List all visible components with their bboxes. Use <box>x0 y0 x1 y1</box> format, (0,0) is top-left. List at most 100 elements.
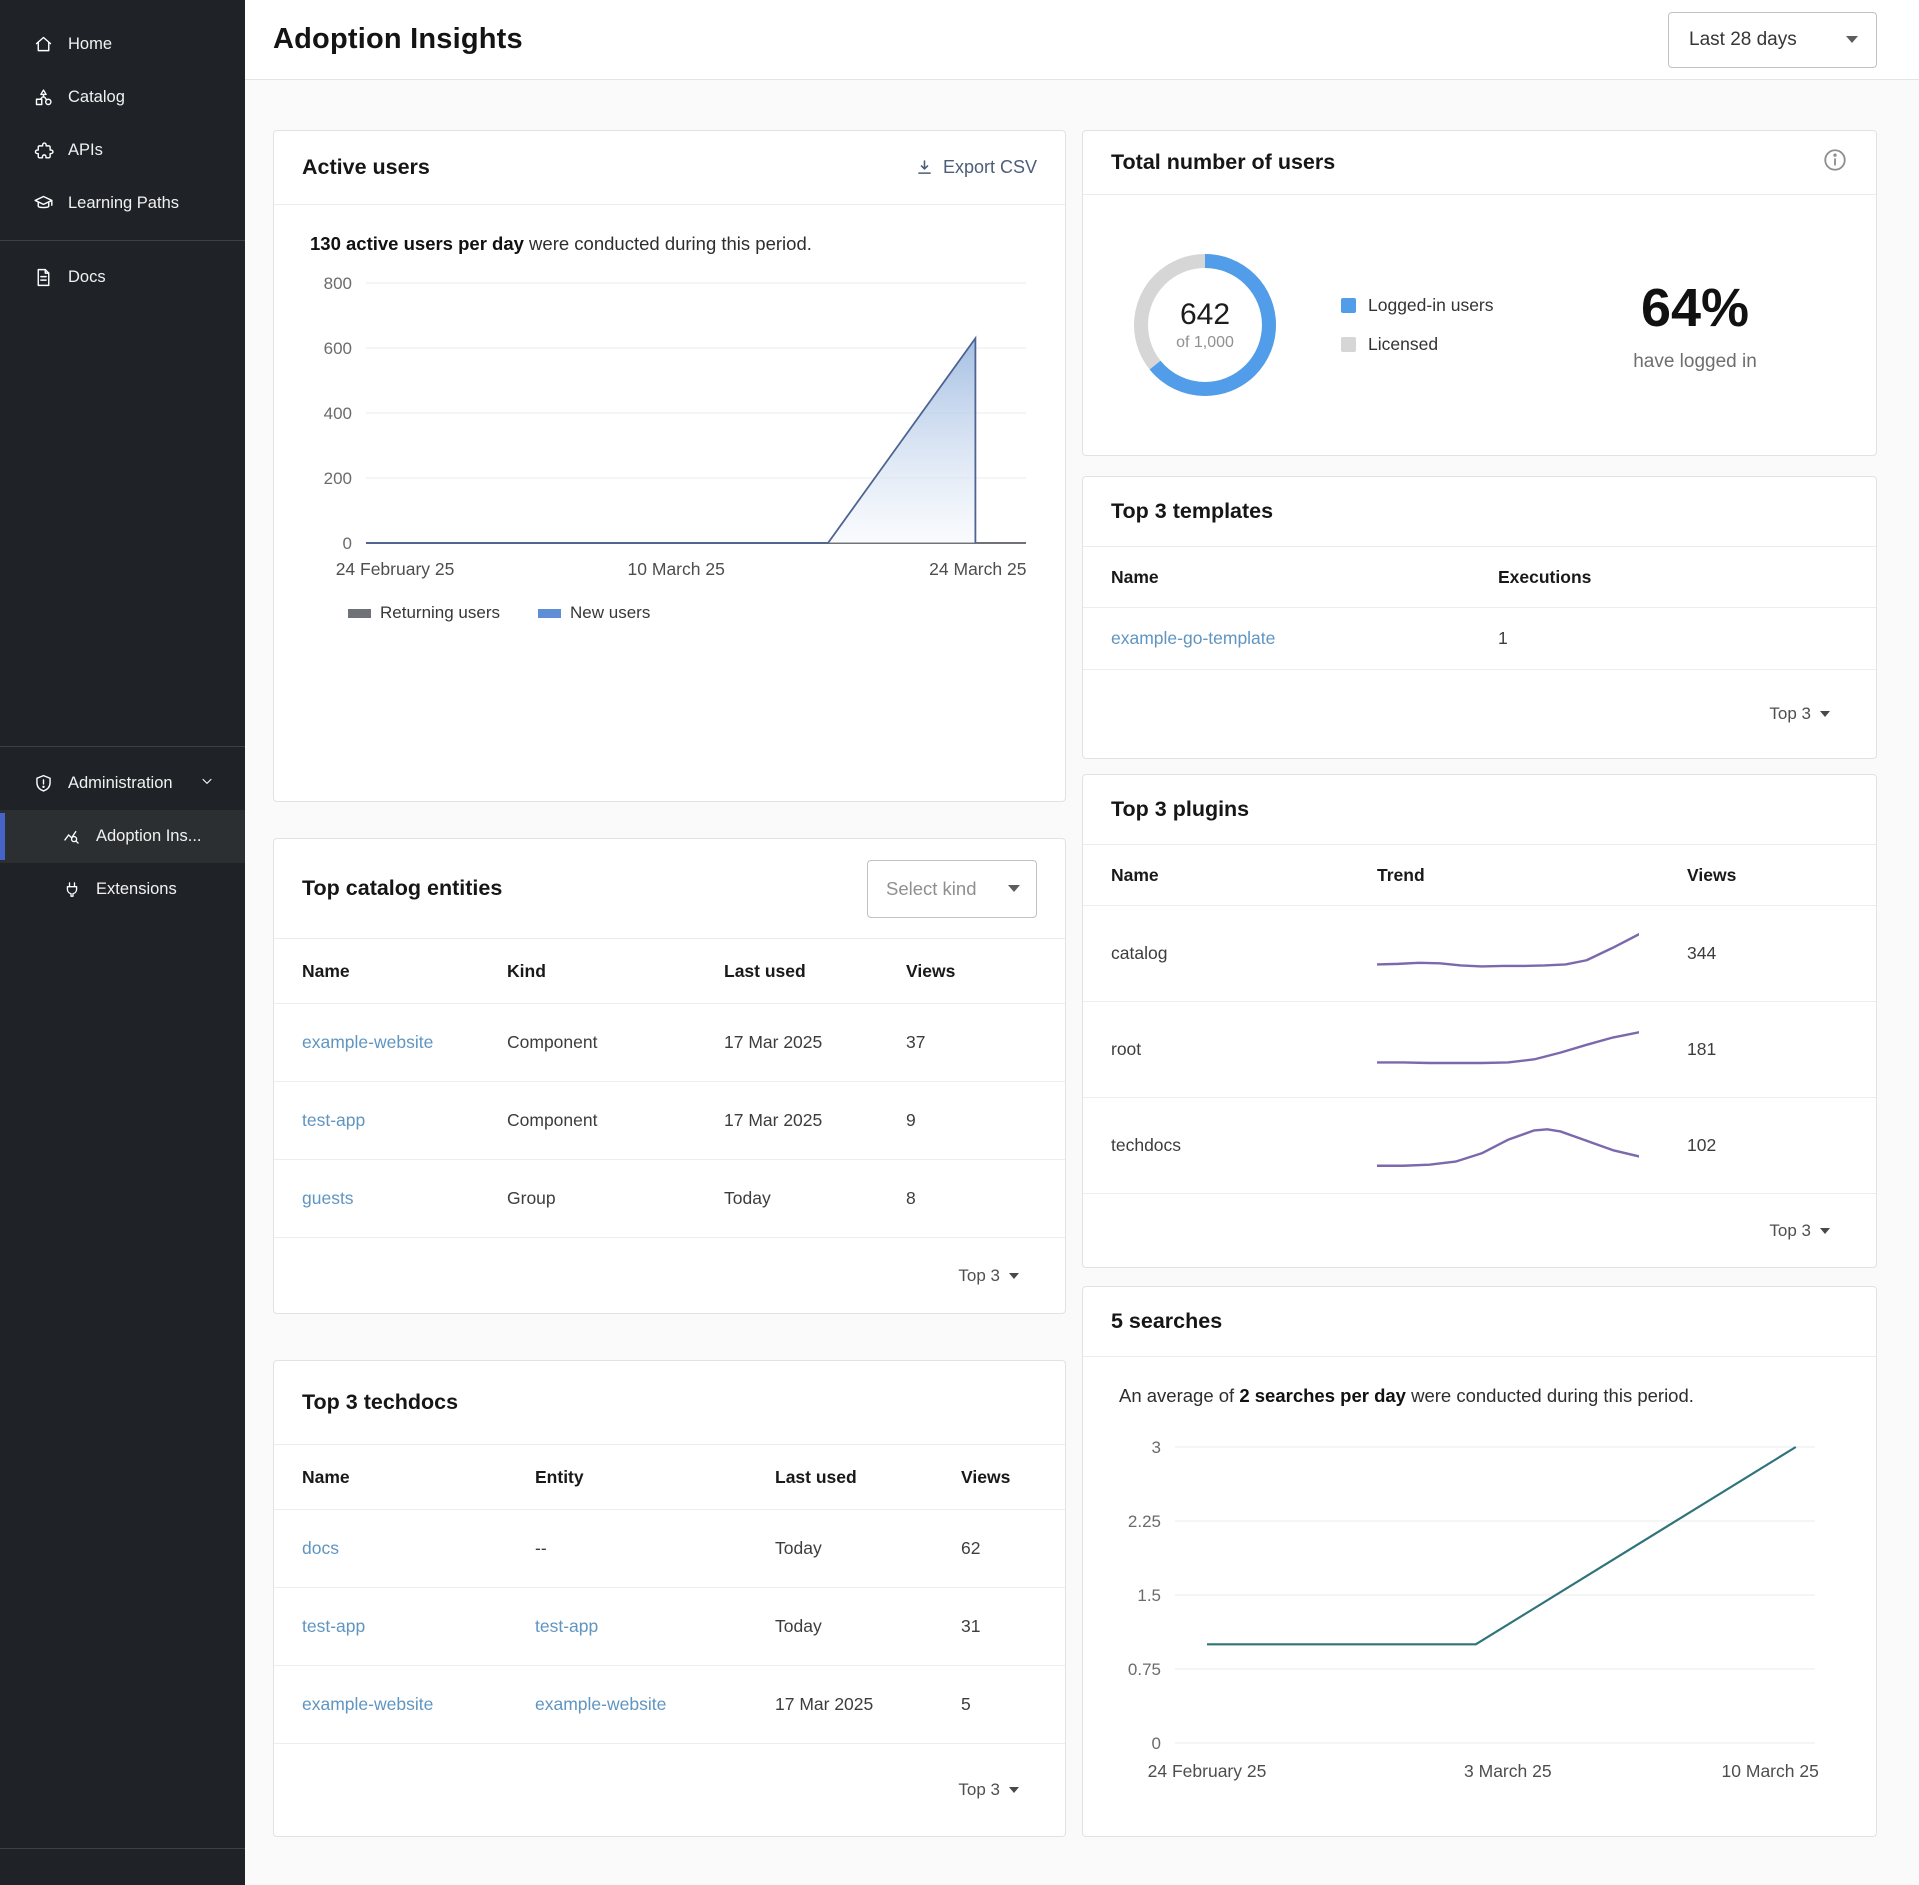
top-n-selector[interactable]: Top 3 <box>1083 1193 1876 1267</box>
logged-in-donut-chart: 642 of 1,000 <box>1127 247 1283 403</box>
top-plugins-card: Top 3 plugins Name Trend Views catalog 3… <box>1082 774 1877 1268</box>
table-row: example-website example-website 17 Mar 2… <box>274 1665 1065 1743</box>
svg-text:24 March 25: 24 March 25 <box>929 559 1026 579</box>
info-icon[interactable] <box>1822 147 1848 178</box>
searches-card: 5 searches An average of 2 searches per … <box>1082 1286 1877 1837</box>
sidebar-item-label: Learning Paths <box>68 194 179 213</box>
cell-last-used: Today <box>775 1538 961 1559</box>
date-range-select[interactable]: Last 28 days <box>1668 12 1877 68</box>
active-users-legend: Returning users New users <box>348 603 1037 623</box>
sidebar-item-administration[interactable]: Administration <box>0 757 245 810</box>
cell-views: 181 <box>1687 1039 1848 1060</box>
donut-center-label: 642 of 1,000 <box>1127 247 1283 403</box>
legend-item: Logged-in users <box>1341 295 1494 316</box>
svg-text:10 March 25: 10 March 25 <box>1722 1761 1819 1781</box>
main-area: Adoption Insights Last 28 days Active us… <box>245 0 1919 1885</box>
svg-text:3: 3 <box>1152 1438 1161 1457</box>
sidebar-item-label: Extensions <box>96 880 177 899</box>
sidebar-footer <box>0 1859 245 1885</box>
template-link[interactable]: example-go-template <box>1111 628 1498 649</box>
dashboard-content: Active users Export CSV 130 active users… <box>245 80 1919 1885</box>
trend-sparkline <box>1377 922 1639 986</box>
total-users-card: Total number of users 642 of 1,000 <box>1082 130 1877 456</box>
doc-link[interactable]: test-app <box>302 1616 535 1637</box>
export-csv-label: Export CSV <box>943 157 1037 178</box>
sidebar-item-label: Home <box>68 35 112 54</box>
top-templates-card: Top 3 templates Name Executions example-… <box>1082 476 1877 759</box>
chevron-down-icon[interactable] <box>199 773 215 794</box>
table-row: example-website Component 17 Mar 2025 37 <box>274 1003 1065 1081</box>
logged-in-count: 642 <box>1180 298 1230 332</box>
total-users-legend: Logged-in users Licensed <box>1341 295 1494 355</box>
top-n-label: Top 3 <box>1769 704 1811 724</box>
cell-views: 102 <box>1687 1135 1848 1156</box>
sidebar-item-home[interactable]: Home <box>0 18 245 71</box>
svg-text:10 March 25: 10 March 25 <box>628 559 725 579</box>
sidebar-item-label: Docs <box>68 268 106 287</box>
select-kind-dropdown[interactable]: Select kind <box>867 860 1037 918</box>
entity-link[interactable]: test-app <box>302 1110 507 1131</box>
searches-summary: An average of 2 searches per day were co… <box>1119 1385 1848 1407</box>
entity-link[interactable]: example-website <box>535 1694 775 1715</box>
legend-label: Licensed <box>1368 334 1438 355</box>
active-users-chart: 800600400200024 February 2510 March 2524… <box>302 265 1039 597</box>
svg-text:0: 0 <box>1152 1734 1161 1753</box>
caret-down-icon <box>1009 1787 1019 1793</box>
sidebar-item-learning-paths[interactable]: Learning Paths <box>0 177 245 230</box>
card-title: 5 searches <box>1111 1309 1222 1334</box>
column-header: Trend <box>1377 865 1687 886</box>
svg-text:800: 800 <box>324 274 352 293</box>
entity-link[interactable]: test-app <box>535 1616 775 1637</box>
sidebar-item-apis[interactable]: APIs <box>0 124 245 177</box>
column-header: Entity <box>535 1467 775 1488</box>
table-column-headers: Name Kind Last used Views <box>274 939 1065 1003</box>
top-n-selector[interactable]: Top 3 <box>1083 669 1876 758</box>
plugin-name: root <box>1111 1039 1377 1060</box>
logged-in-swatch <box>1341 298 1356 313</box>
cell-executions: 1 <box>1498 628 1848 649</box>
sidebar-divider <box>0 1848 245 1849</box>
sidebar-item-label: APIs <box>68 141 103 160</box>
top-n-selector[interactable]: Top 3 <box>274 1237 1065 1313</box>
cell-views: 62 <box>961 1538 1037 1559</box>
svg-text:600: 600 <box>324 339 352 358</box>
adoption-insights-icon <box>62 827 82 847</box>
svg-text:1.5: 1.5 <box>1137 1586 1161 1605</box>
cell-kind: Component <box>507 1032 724 1053</box>
sidebar-divider <box>0 240 245 241</box>
column-header: Name <box>1111 567 1498 588</box>
table-column-headers: Name Trend Views <box>1083 845 1876 905</box>
column-header: Name <box>302 1467 535 1488</box>
plugin-name: catalog <box>1111 943 1377 964</box>
table-row: techdocs 102 <box>1083 1097 1876 1193</box>
plugins-header: Top 3 plugins <box>1083 775 1876 845</box>
table-row: example-go-template 1 <box>1083 607 1876 669</box>
card-title: Top 3 techdocs <box>302 1390 458 1415</box>
doc-link[interactable]: docs <box>302 1538 535 1559</box>
table-row: test-app test-app Today 31 <box>274 1587 1065 1665</box>
sidebar-item-adoption-insights[interactable]: Adoption Ins... <box>0 810 245 863</box>
right-column: Total number of users 642 of 1,000 <box>1082 130 1877 1885</box>
sidebar-item-label: Adoption Ins... <box>96 827 202 846</box>
svg-text:2.25: 2.25 <box>1128 1512 1161 1531</box>
entity-link[interactable]: example-website <box>302 1032 507 1053</box>
sidebar-item-catalog[interactable]: Catalog <box>0 71 245 124</box>
top-n-selector[interactable]: Top 3 <box>274 1743 1065 1836</box>
caret-down-icon <box>1820 1228 1830 1234</box>
legend-label: Logged-in users <box>1368 295 1494 316</box>
searches-body: An average of 2 searches per day were co… <box>1083 1357 1876 1836</box>
export-csv-button[interactable]: Export CSV <box>915 157 1037 178</box>
cell-views: 5 <box>961 1694 1037 1715</box>
entity-link[interactable]: guests <box>302 1188 507 1209</box>
cell-last-used: 17 Mar 2025 <box>724 1110 906 1131</box>
doc-link[interactable]: example-website <box>302 1694 535 1715</box>
caret-down-icon <box>1009 1273 1019 1279</box>
sidebar-item-label: Catalog <box>68 88 125 107</box>
sidebar-item-extensions[interactable]: Extensions <box>0 863 245 916</box>
column-header: Last used <box>724 961 906 982</box>
sidebar-spacer <box>0 304 245 736</box>
table-row: guests Group Today 8 <box>274 1159 1065 1237</box>
caret-down-icon <box>1008 885 1020 892</box>
legend-label: Returning users <box>380 603 500 623</box>
sidebar-item-docs[interactable]: Docs <box>0 251 245 304</box>
